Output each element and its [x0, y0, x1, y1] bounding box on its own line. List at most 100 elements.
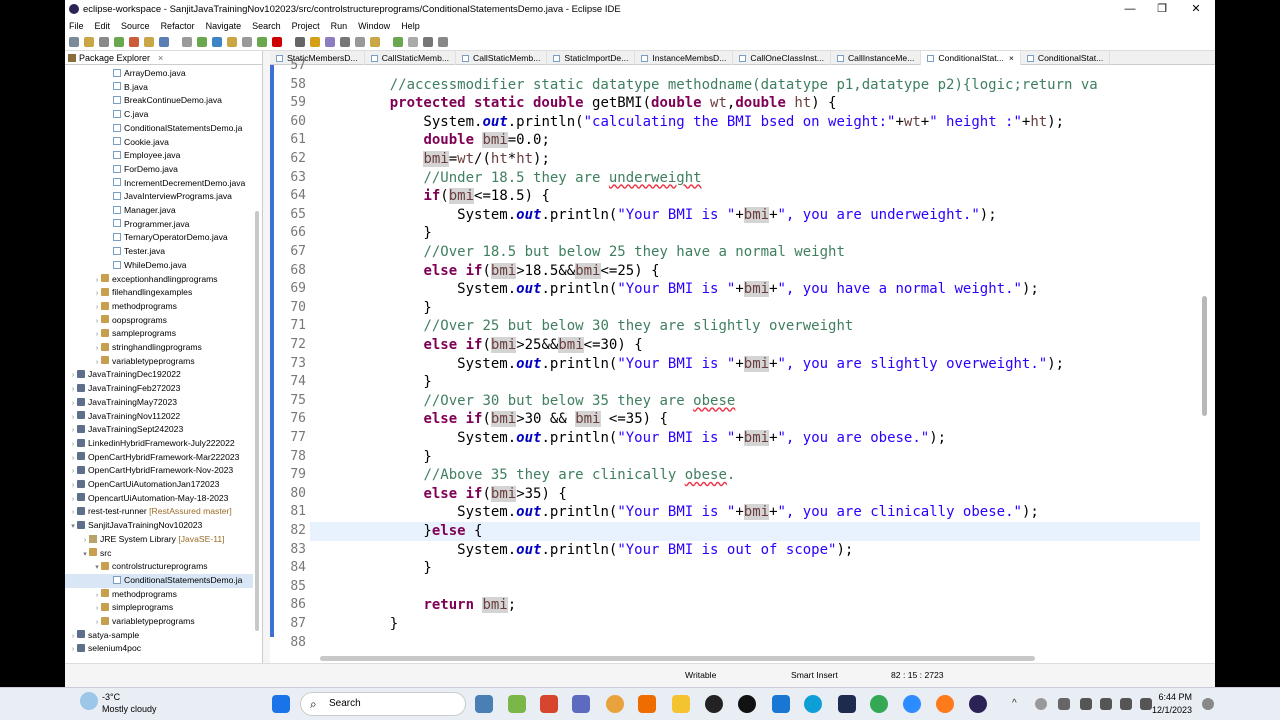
package-explorer-scrollbar[interactable]	[255, 211, 259, 631]
toolbar-icon[interactable]	[370, 36, 380, 47]
code-line[interactable]: }	[310, 615, 1200, 634]
dell-icon[interactable]	[738, 695, 756, 713]
tree-item[interactable]: › sampleprograms	[65, 327, 253, 341]
chevron-right-icon[interactable]: ›	[93, 274, 101, 287]
editor-tab[interactable]: CallOneClassInst...	[733, 51, 831, 65]
vertical-scrollbar[interactable]	[1202, 296, 1207, 416]
edge-icon[interactable]	[804, 695, 822, 713]
toolbar-icon[interactable]	[182, 36, 192, 47]
wifi-icon[interactable]	[1080, 698, 1092, 710]
firefox-icon[interactable]	[638, 695, 656, 713]
tree-item[interactable]: BreakContinueDemo.java	[65, 94, 253, 108]
toolbar-icon[interactable]	[423, 36, 433, 47]
tree-item[interactable]: ConditionalStatementsDemo.ja	[65, 573, 253, 588]
toolbar-icon[interactable]	[114, 36, 124, 47]
notification-icon[interactable]	[1202, 698, 1214, 710]
chevron-right-icon[interactable]: ›	[81, 534, 89, 547]
tree-item[interactable]: ArrayDemo.java	[65, 67, 253, 81]
tray-icon[interactable]	[1035, 698, 1047, 710]
taskbar-search[interactable]: ⌕ Search	[300, 692, 466, 716]
tree-item[interactable]: › oopsprograms	[65, 314, 253, 328]
code-line[interactable]: if(bmi<=18.5) {	[310, 187, 1200, 206]
chevron-right-icon[interactable]: ›	[69, 411, 77, 424]
code-line[interactable]: bmi=wt/(ht*ht);	[310, 150, 1200, 169]
toolbar-icon[interactable]	[295, 36, 305, 47]
editor-tab[interactable]: InstanceMembsD...	[635, 51, 734, 65]
chevron-right-icon[interactable]: ›	[69, 424, 77, 437]
toolbar-icon[interactable]	[408, 36, 418, 47]
code-line[interactable]: else if(bmi>18.5&&bmi<=25) {	[310, 262, 1200, 281]
tree-item[interactable]: C.java	[65, 108, 253, 122]
tree-item[interactable]: › JRE System Library [JavaSE-11]	[65, 533, 253, 547]
tree-item[interactable]: Manager.java	[65, 204, 253, 218]
menu-search[interactable]: Search	[252, 21, 281, 31]
toolbar-icon[interactable]	[129, 36, 139, 47]
chevron-right-icon[interactable]: ›	[69, 630, 77, 643]
code-line[interactable]: //Over 25 but below 30 they are slightly…	[310, 317, 1200, 336]
tree-item[interactable]: › JavaTrainingMay72023	[65, 396, 253, 410]
editor-tab[interactable]: ConditionalStat... ×	[921, 51, 1021, 65]
toolbar-icon[interactable]	[310, 36, 320, 47]
tree-item[interactable]: ▾ controlstructureprograms	[65, 560, 253, 574]
menu-edit[interactable]: Edit	[95, 21, 111, 31]
tree-item[interactable]: Tester.java	[65, 245, 253, 259]
toolbar-icon[interactable]	[227, 36, 237, 47]
code-line[interactable]: //Over 18.5 but below 25 they have a nor…	[310, 243, 1200, 262]
code-line[interactable]: //accessmodifier static datatype methodn…	[310, 76, 1200, 95]
editor-tab[interactable]: CallInstanceMe...	[831, 51, 922, 65]
code-line[interactable]: }else {	[310, 522, 1200, 541]
chevron-right-icon[interactable]: ›	[93, 602, 101, 615]
weather-widget[interactable]: -3°C Mostly cloudy	[102, 691, 157, 715]
weather-icon[interactable]	[80, 692, 98, 710]
tree-item[interactable]: › variabletypeprograms	[65, 615, 253, 629]
tree-item[interactable]: ForDemo.java	[65, 163, 253, 177]
toolbar-icon[interactable]	[355, 36, 365, 47]
code-line[interactable]: System.out.println("Your BMI is out of s…	[310, 541, 1200, 560]
chevron-right-icon[interactable]: ›	[93, 315, 101, 328]
tree-item[interactable]: › variabletypeprograms	[65, 355, 253, 369]
tree-item[interactable]: › LinkedinHybridFramework-July222022	[65, 437, 253, 451]
zoom-icon[interactable]	[903, 695, 921, 713]
code-line[interactable]: else if(bmi>30 && bmi <=35) {	[310, 410, 1200, 429]
code-line[interactable]: System.out.println("Your BMI is "+bmi+",…	[310, 206, 1200, 225]
app-icon[interactable]	[772, 695, 790, 713]
toolbar-icon[interactable]	[144, 36, 154, 47]
code-line[interactable]	[310, 578, 1200, 597]
code-line[interactable]	[310, 634, 1200, 651]
tree-item[interactable]: › methodprograms	[65, 300, 253, 314]
tree-item[interactable]: › JavaTrainingFeb272023	[65, 382, 253, 396]
volume-icon[interactable]	[1100, 698, 1112, 710]
tree-item[interactable]: WhileDemo.java	[65, 259, 253, 273]
menu-project[interactable]: Project	[292, 21, 320, 31]
chevron-right-icon[interactable]: ›	[93, 356, 101, 369]
menu-help[interactable]: Help	[401, 21, 420, 31]
tree-item[interactable]: › stringhandlingprograms	[65, 341, 253, 355]
toolbar-icon[interactable]	[159, 36, 169, 47]
code-line[interactable]: double bmi=0.0;	[310, 131, 1200, 150]
chevron-down-icon[interactable]: ▾	[81, 548, 89, 561]
chevron-up-icon[interactable]: ^	[1012, 698, 1024, 710]
start-icon[interactable]	[272, 695, 290, 713]
editor-tab[interactable]: CallStaticMemb...	[456, 51, 548, 65]
code-line[interactable]: }	[310, 224, 1200, 243]
tree-item[interactable]: › OpenCartHybridFramework-Mar222023	[65, 451, 253, 465]
tree-item[interactable]: B.java	[65, 81, 253, 95]
toolbar-icon[interactable]	[393, 36, 403, 47]
tree-item[interactable]: › rest-test-runner [RestAssured master]	[65, 505, 253, 519]
code-line[interactable]: System.out.println("Your BMI is "+bmi+",…	[310, 355, 1200, 374]
toolbar-icon[interactable]	[242, 36, 252, 47]
chevron-right-icon[interactable]: ›	[69, 369, 77, 382]
code-line[interactable]: }	[310, 448, 1200, 467]
editor-tab[interactable]: StaticImportDe...	[547, 51, 636, 65]
tree-item[interactable]: Programmer.java	[65, 218, 253, 232]
code-line[interactable]: else if(bmi>25&&bmi<=30) {	[310, 336, 1200, 355]
tree-item[interactable]: JavaInterviewPrograms.java	[65, 190, 253, 204]
code-line[interactable]: }	[310, 559, 1200, 578]
toolbar-icon[interactable]	[212, 36, 222, 47]
tree-item[interactable]: › satya-sample	[65, 629, 253, 643]
tree-item[interactable]: › simpleprograms	[65, 601, 253, 615]
toolbar-icon[interactable]	[69, 36, 79, 47]
tree-item[interactable]: › JavaTrainingNov112022	[65, 410, 253, 424]
toolbar-icon[interactable]	[340, 36, 350, 47]
system-clock[interactable]: 6:44 PM 12/1/2023	[1140, 691, 1192, 717]
